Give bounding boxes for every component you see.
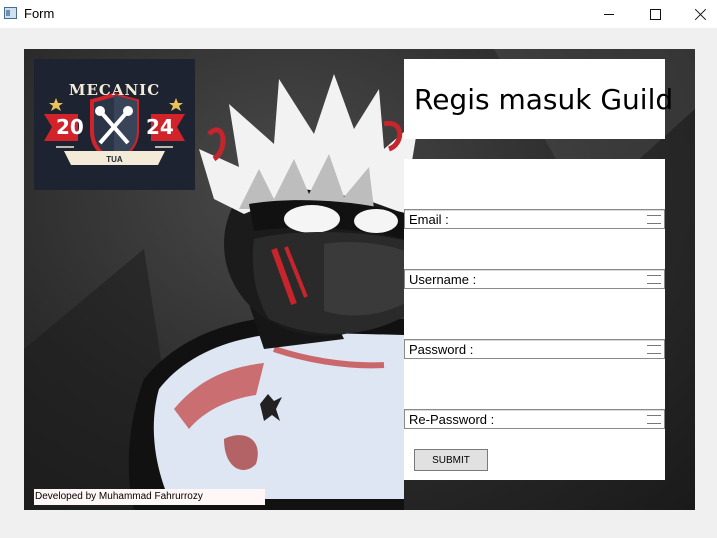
logo-subtitle-text: TUA <box>106 155 123 164</box>
field-resize-handle-icon <box>647 411 663 427</box>
username-field[interactable]: Username : <box>404 269 665 289</box>
maximize-button[interactable] <box>632 0 678 28</box>
email-input[interactable] <box>475 211 645 227</box>
maximize-icon <box>649 8 661 20</box>
window-title: Form <box>24 6 55 21</box>
re-password-label: Re-Password : <box>409 412 495 427</box>
logo-year-left: 20 <box>56 115 84 139</box>
page-title: Regis masuk Guild <box>414 83 674 116</box>
password-label: Password : <box>409 342 474 357</box>
minimize-icon <box>604 13 614 15</box>
re-password-input[interactable] <box>503 411 643 427</box>
email-field[interactable]: Email : <box>404 209 665 229</box>
logo-title-text: MECANIC <box>68 81 161 99</box>
mecanic-logo: MECANIC 20 24 TUA <box>34 59 195 190</box>
re-password-field[interactable]: Re-Password : <box>404 409 665 429</box>
password-field[interactable]: Password : <box>404 339 665 359</box>
field-resize-handle-icon <box>647 271 663 287</box>
logo-year-right: 24 <box>146 115 174 139</box>
username-label: Username : <box>409 272 477 287</box>
minimize-button[interactable] <box>586 0 632 28</box>
close-button[interactable] <box>678 0 717 28</box>
field-resize-handle-icon <box>647 341 663 357</box>
field-resize-handle-icon <box>647 211 663 227</box>
close-icon <box>695 8 707 20</box>
title-panel: Regis masuk Guild <box>404 59 673 139</box>
password-input[interactable] <box>487 341 657 357</box>
developer-credit: Developed by Muhammad Fahrurrozy <box>34 489 265 505</box>
username-input[interactable] <box>487 271 657 287</box>
window-app-icon <box>4 7 17 19</box>
title-bar: Form <box>0 0 717 28</box>
email-label: Email : <box>409 212 449 227</box>
submit-button[interactable]: SUBMIT <box>414 449 488 471</box>
form-canvas: MECANIC 20 24 TUA Regis masuk Guild Emai… <box>24 49 695 510</box>
registration-form: Email : Username : Password : Re-Passwor… <box>404 159 665 480</box>
